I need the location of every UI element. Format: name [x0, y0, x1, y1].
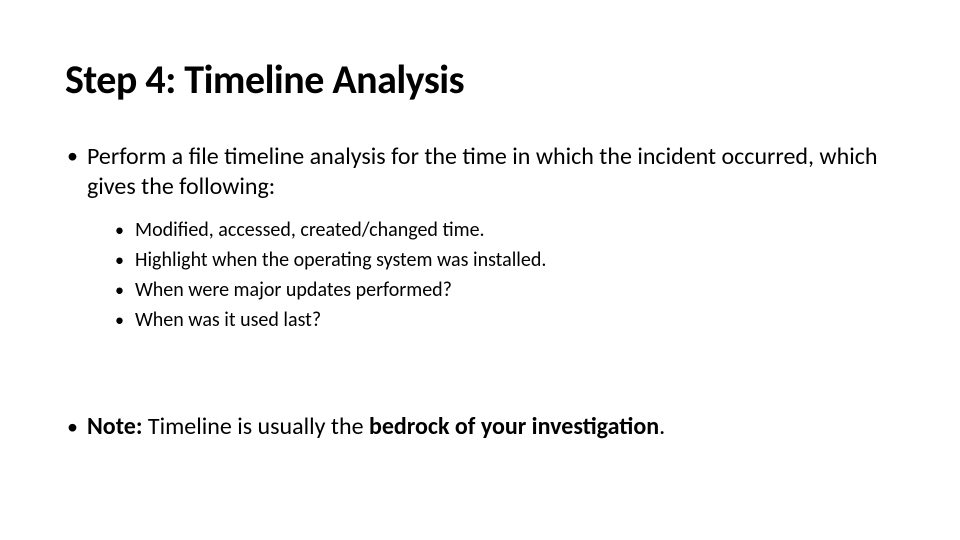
slide-title: Step 4: Timeline Analysis — [65, 55, 895, 104]
note-label: Note: — [87, 412, 142, 441]
sub-list-item: Highlight when the operating system was … — [113, 246, 895, 274]
sub-bullet-list: Modified, accessed, created/changed time… — [113, 216, 895, 334]
sub-list-item: When were major updates performed? — [113, 276, 895, 304]
sub-list-item: When was it used last? — [113, 306, 895, 334]
bullet-list: Perform a file timeline analysis for the… — [65, 142, 895, 442]
list-item: Perform a file timeline analysis for the… — [65, 142, 895, 334]
intro-text: Perform a file timeline analysis for the… — [87, 142, 895, 202]
note-emphasis: bedrock of your investigation — [369, 412, 659, 441]
note-item: Note: Timeline is usually the bedrock of… — [65, 412, 895, 442]
note-prefix: Timeline is usually the — [142, 412, 368, 441]
note-text: Note: Timeline is usually the bedrock of… — [87, 412, 895, 442]
sub-list-item: Modified, accessed, created/changed time… — [113, 216, 895, 244]
note-suffix: . — [659, 412, 665, 441]
